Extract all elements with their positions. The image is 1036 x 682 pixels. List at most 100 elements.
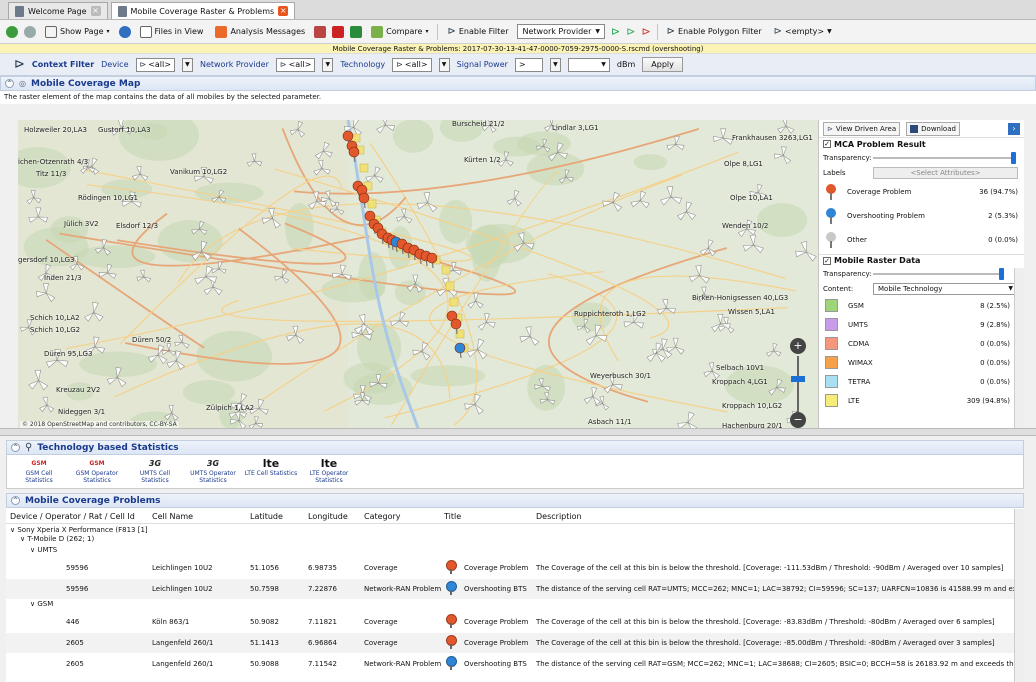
tech-stats-button-label: LTE Cell Statistics — [244, 470, 298, 477]
column-header[interactable]: Title — [444, 512, 461, 521]
map-place-label: Kürten 1/2 — [464, 156, 501, 164]
splitter[interactable] — [0, 428, 1036, 436]
compare-button[interactable]: Compare ▾ — [368, 23, 431, 41]
tech-stats-button[interactable]: GSM GSM Cell Statistics — [11, 455, 67, 487]
table-cell-cell-name: Köln 863/1 — [152, 618, 190, 626]
table-row[interactable]: 446 Köln 863/1 50.9082 7.11821 Coverage Cover… — [6, 612, 1016, 632]
device-select[interactable]: ⊳ <all> — [135, 57, 175, 72]
technology-legend-item: WIMAX 0 (0.0%) — [819, 353, 1024, 372]
tree-group-row[interactable]: ∨ Sony Xperia X Performance (F813 [1] — [10, 526, 148, 534]
provider-dropdown[interactable]: ▼ — [322, 57, 334, 72]
transparency-label: Transparency: — [823, 153, 872, 162]
show-page-button[interactable]: Show Page ▾ — [42, 23, 113, 41]
compare-label: Compare — [386, 27, 423, 36]
table-cell-lon: 7.11542 — [308, 660, 337, 668]
globe-icon[interactable] — [118, 25, 131, 38]
separator — [656, 23, 658, 40]
forest-area — [526, 151, 585, 186]
column-header[interactable]: Device / Operator / Rat / Cell Id — [10, 512, 135, 521]
enable-polygon-filter-button[interactable]: ⊳ Enable Polygon Filter — [664, 23, 765, 41]
tech-stats-button[interactable]: lte LTE Operator Statistics — [301, 455, 357, 487]
zoom-out-button[interactable]: − — [790, 412, 806, 428]
table-cell-lat: 50.9088 — [250, 660, 279, 668]
forward-icon[interactable] — [24, 25, 36, 38]
tech-stats-button[interactable]: GSM GSM Operator Statistics — [69, 455, 125, 487]
excel-icon[interactable] — [350, 25, 363, 38]
close-icon[interactable]: × — [278, 6, 289, 16]
table-cell-cell-id: 446 — [66, 618, 80, 626]
zoom-slider-handle[interactable] — [791, 376, 805, 382]
technology-select[interactable]: ⊳ <all> — [392, 57, 432, 72]
pin-head — [454, 342, 466, 354]
collapse-icon[interactable]: ^ — [11, 496, 20, 505]
signal-value-input[interactable]: ▼ — [567, 57, 610, 72]
provider-select[interactable]: ⊳ <all> — [275, 57, 316, 72]
tab-welcome[interactable]: Welcome Page × — [8, 2, 108, 19]
table-row[interactable]: 2605 Langenfeld 260/1 51.1413 6.96864 Covera… — [6, 633, 1016, 653]
map-place-label: Burscheid 21/2 — [452, 120, 505, 128]
tree-group-row[interactable]: ∨ UMTS — [30, 546, 57, 554]
device-dropdown[interactable]: ▼ — [181, 57, 193, 72]
signal-operator-dropdown[interactable]: ▼ — [549, 57, 561, 72]
export-icon[interactable] — [314, 25, 327, 38]
mca-transparency-slider[interactable] — [873, 151, 1016, 164]
pin-head — [358, 192, 370, 204]
column-header[interactable]: Category — [364, 512, 401, 521]
tech-stats-button[interactable]: 3G UMTS Operator Statistics — [185, 455, 241, 487]
column-header[interactable]: Longitude — [308, 512, 348, 521]
table-cell-cell-id: 2605 — [66, 660, 84, 668]
labels-select[interactable]: <Select Attributes> — [873, 166, 1018, 179]
pin-head — [450, 318, 462, 330]
collapse-icon[interactable]: ^ — [11, 443, 20, 452]
polygon-filter-icon: ⊳ — [666, 26, 676, 37]
analysis-messages-button[interactable]: Analysis Messages — [212, 23, 308, 41]
table-row[interactable]: 59596 Leichlingen 10U2 50.7598 7.22876 Netwo… — [6, 579, 1016, 599]
table-scrollbar[interactable] — [1014, 509, 1024, 682]
filter-remove-icon[interactable]: ⊳ — [641, 25, 650, 38]
technology-dropdown[interactable]: ▼ — [438, 57, 450, 72]
expand-panel-icon[interactable]: › — [1008, 122, 1020, 135]
tech-stats-button[interactable]: 3G UMTS Cell Statistics — [127, 455, 183, 487]
tree-group-row[interactable]: ∨ T-Mobile D (262; 1) — [20, 535, 94, 543]
filter-edit-icon[interactable]: ⊳ — [626, 25, 635, 38]
chevron-down-icon[interactable]: ∨ — [10, 526, 15, 534]
chevron-down-icon[interactable]: ∨ — [30, 546, 35, 554]
column-header[interactable]: Description — [536, 512, 582, 521]
polygon-select[interactable]: ⊳ <empty> ▼ — [771, 23, 835, 41]
tab-label: Mobile Coverage Raster & Problems — [130, 6, 275, 16]
back-icon[interactable] — [6, 25, 18, 38]
view-driven-area-button[interactable]: ⊳ View Driven Area — [823, 121, 901, 136]
raster-transparency-slider[interactable] — [873, 267, 1004, 280]
chevron-down-icon[interactable]: ∨ — [30, 600, 35, 608]
tech-stats-button-label: UMTS Operator Statistics — [190, 470, 236, 484]
table-row[interactable]: 2605 Langenfeld 260/1 50.9088 7.11542 Networ… — [6, 654, 1016, 674]
tech-stats-button[interactable]: lte LTE Cell Statistics — [243, 455, 299, 487]
table-cell-description: The distance of the serving cell RAT=GSM… — [536, 660, 1016, 668]
apply-button[interactable]: Apply — [642, 57, 683, 72]
panel-scrollbar[interactable] — [1014, 268, 1024, 428]
mca-checkbox[interactable]: ✓ — [823, 140, 831, 148]
filter-select[interactable]: Network Provider ▼ — [517, 24, 605, 39]
content-select[interactable]: Mobile Technology ▼ — [873, 282, 1018, 295]
signal-operator-select[interactable]: > — [514, 57, 543, 72]
chevron-down-icon[interactable]: ∨ — [20, 535, 25, 543]
zoom-in-button[interactable]: + — [790, 338, 806, 354]
table-row[interactable]: 59596 Leichlingen 10U2 51.1056 6.98735 Cover… — [6, 558, 1016, 578]
enable-filter-button[interactable]: ⊳ Enable Filter — [444, 23, 511, 41]
map-icon: ◎ — [19, 79, 26, 88]
file-title-bar: Mobile Coverage Raster & Problems: 2017-… — [0, 44, 1036, 54]
column-header[interactable]: Latitude — [250, 512, 283, 521]
provider-label: Network Provider — [199, 60, 269, 69]
table-cell-category: Coverage — [364, 639, 398, 647]
coverage-map[interactable]: Holzweiler 20,LA3 Gustorf 10,LA3 Burscheid… — [18, 120, 818, 428]
files-in-view-button[interactable]: Files in View — [137, 23, 207, 41]
close-icon[interactable]: × — [90, 6, 101, 16]
tree-group-row[interactable]: ∨ GSM — [30, 600, 53, 608]
filter-add-icon[interactable]: ⊳ — [611, 25, 620, 38]
collapse-icon[interactable]: ^ — [5, 79, 14, 88]
download-button[interactable]: Download — [906, 121, 960, 136]
pdf-icon[interactable] — [332, 25, 345, 38]
tab-mobile-coverage[interactable]: Mobile Coverage Raster & Problems × — [110, 2, 296, 19]
column-header[interactable]: Cell Name — [152, 512, 193, 521]
raster-checkbox[interactable]: ✓ — [823, 256, 831, 265]
